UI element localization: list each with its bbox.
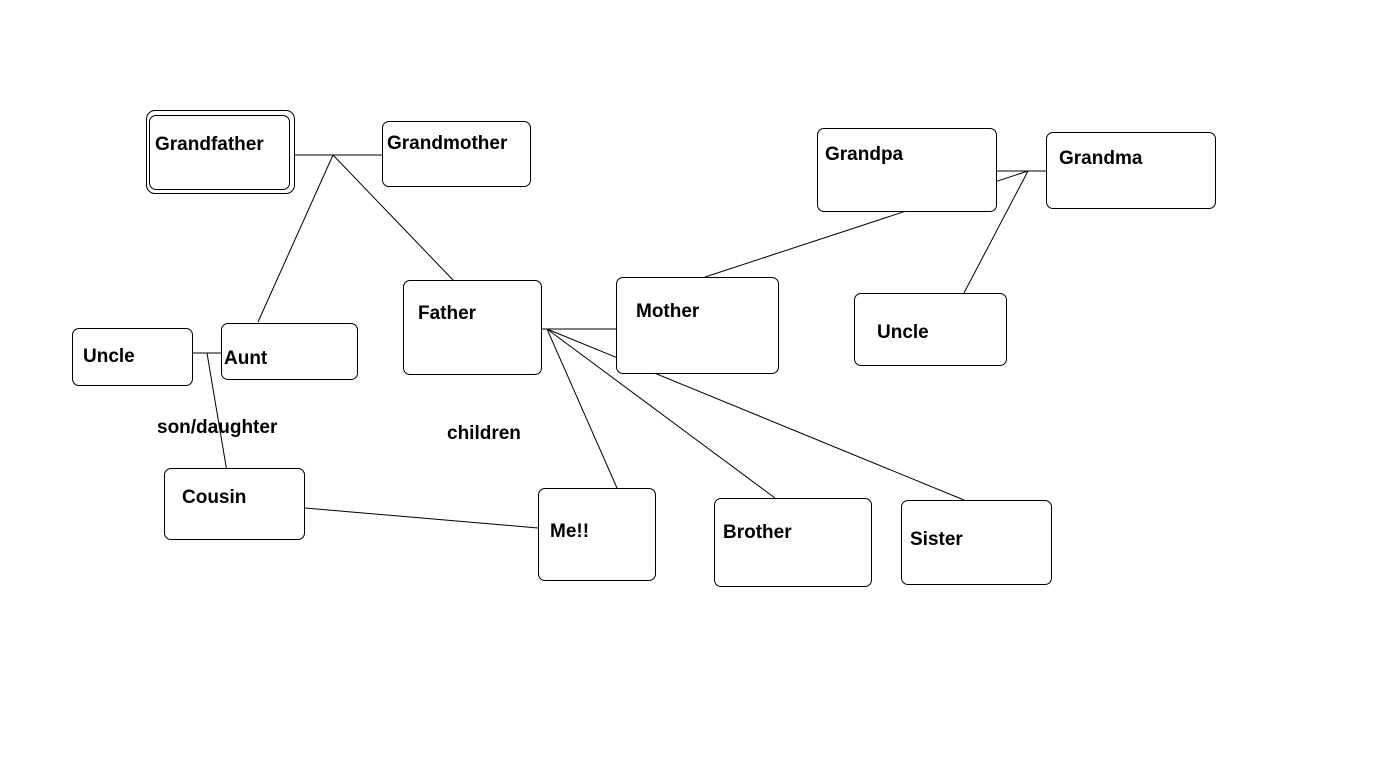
node-sister-label: Sister	[910, 529, 963, 550]
cousin-to-me-line	[304, 507, 539, 529]
edge-label-son-daughter: son/daughter	[157, 417, 278, 438]
node-grandpa[interactable]	[817, 128, 997, 212]
node-father[interactable]	[403, 280, 542, 375]
node-grandmother-label: Grandmother	[387, 133, 508, 154]
node-mother-label: Mother	[636, 301, 700, 322]
node-me-label: Me!!	[550, 521, 590, 542]
node-uncle-paternal-label: Uncle	[83, 346, 135, 367]
node-aunt-label: Aunt	[224, 348, 268, 369]
node-grandpa-label: Grandpa	[825, 144, 904, 165]
node-brother-label: Brother	[723, 522, 792, 543]
node-father-label: Father	[418, 303, 477, 324]
parents-to-me-line	[546, 328, 618, 489]
node-grandmother[interactable]	[382, 121, 531, 187]
node-mother[interactable]	[616, 277, 779, 374]
node-uncle-maternal-label: Uncle	[877, 322, 929, 343]
node-grandma-label: Grandma	[1059, 148, 1143, 169]
edge-label-children: children	[447, 423, 521, 444]
node-cousin-label: Cousin	[182, 487, 247, 508]
node-grandfather-label: Grandfather	[155, 134, 264, 155]
node-grandma[interactable]	[1046, 132, 1216, 209]
